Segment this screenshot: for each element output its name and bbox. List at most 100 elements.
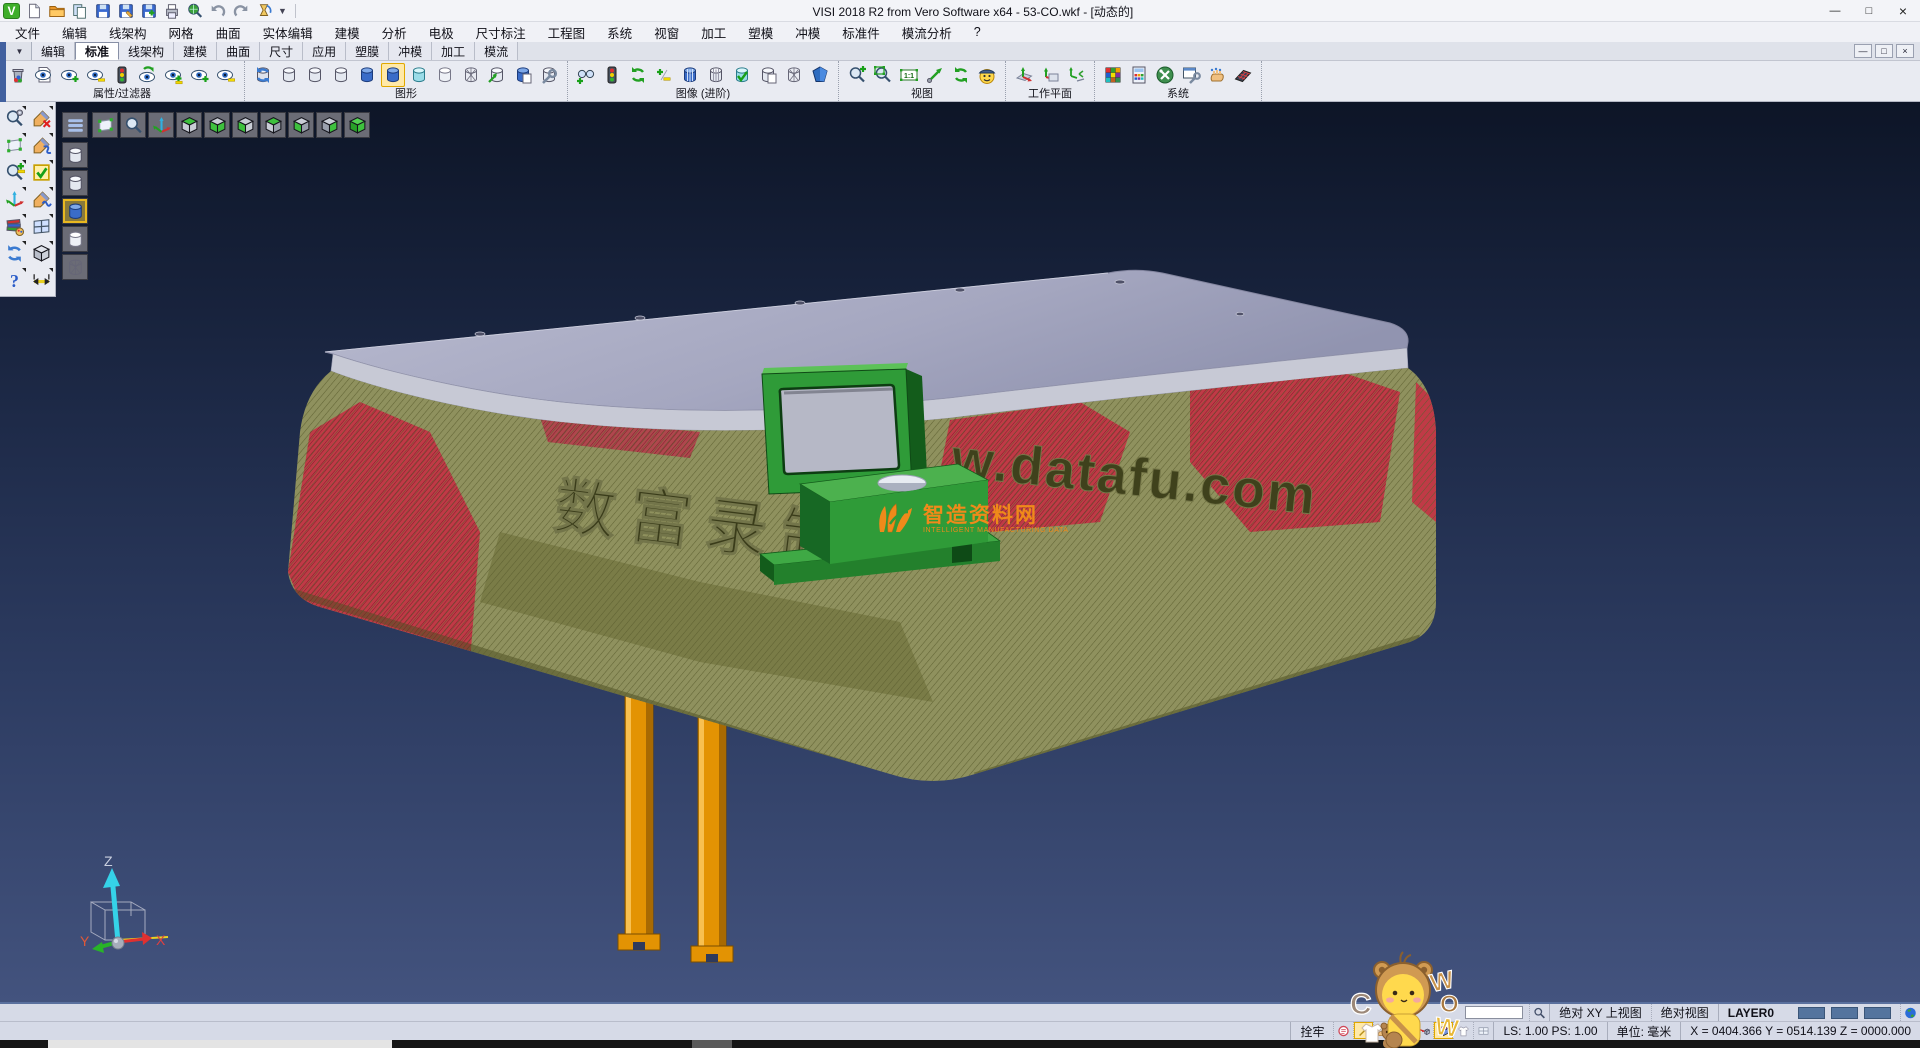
status-lock-toggle[interactable]: 拴牢 [1290, 1022, 1333, 1040]
copy-graphics-button[interactable] [511, 63, 535, 87]
mdi-restore-button[interactable]: □ [1875, 44, 1893, 58]
color-palette-button[interactable] [1101, 63, 1125, 87]
menu-item[interactable]: 建模 [324, 22, 371, 43]
workplane-create-button[interactable] [1038, 63, 1062, 87]
zoom-in-out-button[interactable] [845, 63, 869, 87]
solid-preview-button[interactable] [28, 240, 54, 266]
hidden-line-display-button[interactable] [303, 63, 327, 87]
view-fit-button[interactable] [92, 112, 118, 138]
menu-item[interactable]: 线架构 [98, 22, 158, 43]
layer-palette-button[interactable] [1, 213, 27, 239]
graphics-settings-button[interactable] [537, 63, 561, 87]
validate-display-button[interactable] [730, 63, 754, 87]
import-file-button[interactable] [70, 1, 90, 21]
mdi-close-button[interactable]: × [1896, 44, 1914, 58]
zoom-scale-1-1-button[interactable]: 1:1 [897, 63, 921, 87]
view-left-button[interactable] [288, 112, 314, 138]
view-axonometric-button[interactable] [148, 112, 174, 138]
help-button[interactable]: ? [1, 267, 27, 293]
copy-image-button[interactable] [756, 63, 780, 87]
system-calculator-button[interactable] [1127, 63, 1151, 87]
visibility-manager-button[interactable] [110, 63, 134, 87]
snap-options-button[interactable] [1205, 63, 1229, 87]
measure-distance-button[interactable] [28, 267, 54, 293]
view-right-button[interactable] [316, 112, 342, 138]
assign-graphics-button[interactable] [485, 63, 509, 87]
confirm-selection-button[interactable] [28, 159, 54, 185]
display-hidden-button[interactable] [62, 170, 88, 196]
tab[interactable]: 冲模 [389, 42, 432, 60]
display-wireframe-button[interactable] [62, 142, 88, 168]
workplane-standard-button[interactable] [1012, 63, 1036, 87]
view-list-button[interactable] [62, 112, 88, 138]
window-options-button[interactable] [1179, 63, 1203, 87]
menu-item[interactable]: 网格 [158, 22, 205, 43]
menu-item[interactable]: 工程图 [537, 22, 597, 43]
tab[interactable]: 应用 [303, 42, 346, 60]
menu-item[interactable]: 标准件 [831, 22, 891, 43]
window-layout-button[interactable] [28, 213, 54, 239]
tab[interactable]: 曲面 [217, 42, 260, 60]
maximize-button[interactable]: □ [1852, 0, 1886, 22]
menu-item[interactable]: 模流分析 [891, 22, 963, 43]
display-flat-button[interactable] [62, 226, 88, 252]
open-file-button[interactable] [47, 1, 67, 21]
zoom-dynamic-button[interactable] [1, 105, 27, 131]
transparent-display-button[interactable] [407, 63, 431, 87]
status-search-button[interactable] [1529, 1004, 1549, 1021]
sketch-delete-button[interactable] [28, 105, 54, 131]
os-taskbar[interactable] [0, 1040, 1920, 1048]
menu-item[interactable]: ? [963, 24, 992, 40]
view-bottom-button[interactable] [204, 112, 230, 138]
menu-item[interactable]: 电极 [418, 22, 465, 43]
display-mesh-button[interactable] [62, 254, 88, 280]
mesh-options-button[interactable] [1231, 63, 1255, 87]
status-units[interactable]: 单位: 毫米 [1607, 1022, 1681, 1040]
tab[interactable]: 尺寸 [260, 42, 303, 60]
show-entities-button[interactable] [58, 63, 82, 87]
menu-item[interactable]: 文件 [4, 22, 51, 43]
save-as-button[interactable] [116, 1, 136, 21]
refresh-visibility-button[interactable] [136, 63, 160, 87]
save-file-button[interactable] [93, 1, 113, 21]
shaded-edges-display-button[interactable] [381, 63, 405, 87]
regen-graphics-button[interactable] [251, 63, 275, 87]
system-settings-button[interactable] [1153, 63, 1177, 87]
tab-active[interactable]: 标准 [75, 42, 119, 60]
sketch-curve-button[interactable] [28, 186, 54, 212]
dashed-display-button[interactable] [329, 63, 353, 87]
preview-zoom-button[interactable] [185, 1, 205, 21]
advanced-refresh-button[interactable] [626, 63, 650, 87]
toolbar-options-button[interactable]: ▼ [274, 6, 291, 16]
display-shaded-button[interactable] [62, 198, 88, 224]
view-front-button[interactable] [232, 112, 258, 138]
tab[interactable]: 建模 [174, 42, 217, 60]
view-iso-button[interactable] [344, 112, 370, 138]
menu-item[interactable]: 冲模 [784, 22, 831, 43]
shaded-display-button[interactable] [355, 63, 379, 87]
hide-all-button[interactable] [214, 63, 238, 87]
close-button[interactable]: × [1886, 0, 1920, 22]
menu-item[interactable]: 系统 [596, 22, 643, 43]
view-back-button[interactable] [260, 112, 286, 138]
mdi-minimize-button[interactable]: — [1854, 44, 1872, 58]
advanced-show-button[interactable] [574, 63, 598, 87]
convert-button[interactable] [254, 1, 274, 21]
zoom-in-out-tool-button[interactable] [1, 159, 27, 185]
view-zoom-button[interactable] [120, 112, 146, 138]
tab[interactable]: 塑膜 [346, 42, 389, 60]
menu-item[interactable]: 加工 [690, 22, 737, 43]
zoom-extents-button[interactable] [923, 63, 947, 87]
visi-logo-icon[interactable]: V [3, 3, 20, 19]
status-layer[interactable]: LAYER0 [1718, 1004, 1783, 1021]
workplane-align-button[interactable] [1064, 63, 1088, 87]
tab[interactable]: 编辑 [32, 42, 75, 60]
tab[interactable]: 模流 [475, 42, 518, 60]
wire-image-button[interactable] [782, 63, 806, 87]
show-all-button[interactable] [188, 63, 212, 87]
menu-item[interactable]: 分析 [371, 22, 418, 43]
zoom-window-tool-button[interactable] [1, 132, 27, 158]
network-status-button[interactable] [1900, 1004, 1920, 1021]
viewport-3d[interactable]: 数富录制 w.datafu.com [0, 102, 1920, 1002]
sketch-spline-button[interactable] [28, 132, 54, 158]
